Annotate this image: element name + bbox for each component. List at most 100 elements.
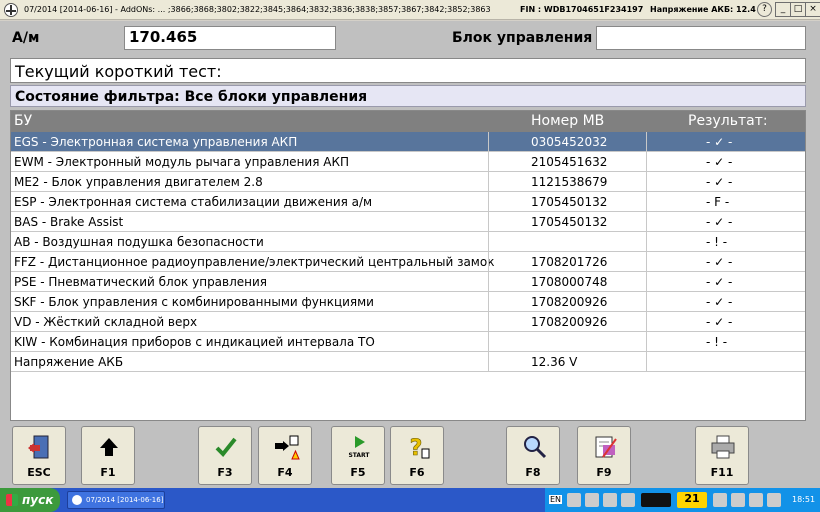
column-divider [488, 192, 489, 211]
esc-button[interactable]: ESC [12, 426, 66, 485]
result-cell: - ✓ - [706, 275, 733, 289]
taskbar: пуск 07/2014 [2014-06-16]... EN 21 18:51 [0, 488, 820, 512]
close-button[interactable]: × [805, 2, 820, 17]
mb-number-cell: 1121538679 [531, 175, 608, 189]
f6-button[interactable]: ? F6 [390, 426, 444, 485]
table-row[interactable]: BAS - Brake Assist 1705450132 - ✓ - [11, 212, 805, 232]
table-row[interactable]: PSE - Пневматический блок управления 1708… [11, 272, 805, 292]
table-row[interactable]: EWM - Электронный модуль рычага управлен… [11, 152, 805, 172]
button-label: F9 [596, 466, 612, 479]
result-cell: - ! - [706, 335, 728, 349]
column-divider [646, 192, 647, 211]
mb-number-cell: 1708200926 [531, 315, 608, 329]
column-divider [488, 352, 489, 371]
unit-cell: ESP - Электронная система стабилизации д… [14, 195, 373, 209]
unit-cell: KIW - Комбинация приборов с индикацией и… [14, 335, 375, 349]
f1-button[interactable]: F1 [81, 426, 135, 485]
f4-button[interactable]: F4 [258, 426, 312, 485]
column-divider [646, 172, 647, 191]
table-row[interactable]: EGS - Электронная система управления АКП… [11, 132, 805, 152]
table-header: БУ Номер MB Результат: [11, 111, 805, 132]
table-row[interactable]: SKF - Блок управления с комбинированными… [11, 292, 805, 312]
column-divider [646, 212, 647, 231]
language-indicator[interactable]: EN [549, 495, 563, 504]
tray-icon[interactable] [731, 493, 745, 507]
tray-icon[interactable] [641, 493, 671, 507]
app-title: 07/2014 [2014-06-16] - AddONs: ... ;3866… [24, 5, 491, 14]
title-bar: 07/2014 [2014-06-16] - AddONs: ... ;3866… [0, 0, 820, 20]
tray-icon[interactable] [713, 493, 727, 507]
column-divider [646, 152, 647, 171]
magnifier-icon [520, 433, 548, 461]
f11-button[interactable]: F11 [695, 426, 749, 485]
f3-button[interactable]: F3 [198, 426, 252, 485]
minimize-button[interactable]: _ [775, 2, 791, 17]
column-divider [488, 152, 489, 171]
column-divider [646, 272, 647, 291]
mb-number-cell: 1705450132 [531, 195, 608, 209]
column-header-mb-number: Номер MB [531, 113, 605, 129]
column-divider [488, 232, 489, 251]
tray-icon[interactable] [621, 493, 635, 507]
mb-number-cell: 1708000748 [531, 275, 608, 289]
table-row[interactable]: ESP - Электронная система стабилизации д… [11, 192, 805, 212]
column-divider [646, 132, 647, 151]
tray-icon[interactable] [749, 493, 763, 507]
help-icon: ? [404, 433, 432, 461]
tray-badge[interactable]: 21 [677, 492, 707, 508]
unit-cell: PSE - Пневматический блок управления [14, 275, 268, 289]
unit-cell: BAS - Brake Assist [14, 215, 124, 229]
column-header-unit: БУ [14, 113, 33, 129]
tray-icon[interactable] [585, 493, 599, 507]
exit-door-icon [26, 433, 54, 461]
button-label: F3 [217, 466, 233, 479]
result-cell: - ! - [706, 235, 728, 249]
table-row[interactable]: VD - Жёсткий складной верх 1708200926 - ✓ … [11, 312, 805, 332]
f9-button[interactable]: F9 [577, 426, 631, 485]
tray-icon[interactable] [603, 493, 617, 507]
table-row[interactable]: KIW - Комбинация приборов с индикацией и… [11, 332, 805, 352]
column-divider [646, 352, 647, 371]
column-divider [646, 312, 647, 331]
column-divider [488, 312, 489, 331]
column-divider [646, 332, 647, 351]
button-label: F4 [277, 466, 293, 479]
unit-cell: EGS - Электронная система управления АКП [14, 135, 298, 149]
button-label: F8 [525, 466, 541, 479]
table-row[interactable]: ME2 - Блок управления двигателем 2.8 1121… [11, 172, 805, 192]
tray-icon[interactable] [567, 493, 581, 507]
mb-number-cell: 0305452032 [531, 135, 608, 149]
tray-icon[interactable] [767, 493, 781, 507]
result-cell: - ✓ - [706, 175, 733, 189]
fin-label: FIN : WDB1704651F234197 [520, 5, 644, 14]
table-row[interactable]: Напряжение АКБ 12.36 V [11, 352, 805, 372]
table-row[interactable]: FFZ - Дистанционное радиоуправление/элек… [11, 252, 805, 272]
start-button[interactable]: пуск [0, 488, 60, 512]
unit-cell: AB - Воздушная подушка безопасности [14, 235, 264, 249]
unit-cell: Напряжение АКБ [14, 355, 124, 369]
edit-document-icon [591, 433, 619, 461]
am-field[interactable]: 170.465 [124, 26, 336, 50]
column-divider [488, 212, 489, 231]
svg-text:START: START [348, 452, 370, 459]
help-window-button[interactable]: ? [757, 2, 772, 17]
table-row[interactable]: AB - Воздушная подушка безопасности - ! - [11, 232, 805, 252]
column-divider [488, 252, 489, 271]
unit-cell: FFZ - Дистанционное радиоуправление/элек… [14, 255, 495, 269]
connect-warning-icon [272, 433, 300, 461]
column-header-result: Результат: [688, 113, 768, 129]
system-tray: EN 21 18:51 [545, 488, 820, 512]
f5-button[interactable]: START F5 [331, 426, 385, 485]
maximize-button[interactable]: □ [790, 2, 806, 17]
taskbar-app-button[interactable]: 07/2014 [2014-06-16]... [67, 491, 165, 509]
f8-button[interactable]: F8 [506, 426, 560, 485]
filter-status-bar: Состояние фильтра: Все блоки управления [10, 85, 806, 107]
button-label: F11 [710, 466, 734, 479]
control-unit-label: Блок управления [452, 30, 593, 46]
result-cell: - ✓ - [706, 295, 733, 309]
result-cell: - ✓ - [706, 135, 733, 149]
short-test-box: Текущий короткий тест: [10, 58, 806, 83]
control-unit-field[interactable] [596, 26, 806, 50]
result-cell: - ✓ - [706, 315, 733, 329]
result-cell: - F - [706, 195, 730, 209]
